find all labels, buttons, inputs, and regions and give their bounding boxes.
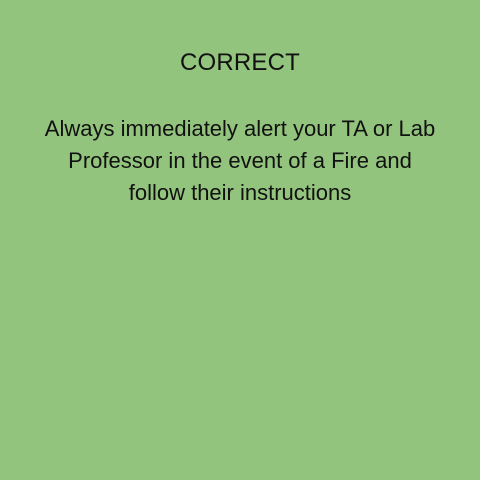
feedback-message-line-3: follow their instructions <box>128 180 352 205</box>
feedback-title: CORRECT <box>179 49 301 76</box>
feedback-message-line-1: Always immediately alert your TA or Lab <box>44 116 436 141</box>
feedback-message-line-2: Professor in the event of a Fire and <box>68 148 412 173</box>
feedback-message: Always immediately alert your TA or Lab … <box>20 113 460 209</box>
feedback-slide: CORRECT Always immediately alert your TA… <box>0 0 480 480</box>
